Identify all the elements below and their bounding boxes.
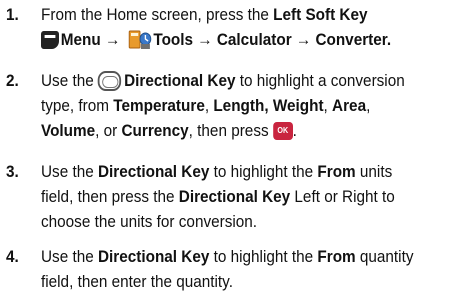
option-name: Length, Weight [213,96,324,115]
directional-key-icon [97,70,122,91]
text-run: field, then press the [41,187,179,206]
step-line: choose the units for conversion. [41,209,424,234]
text-run: , then press [188,121,273,140]
field-name: From [317,247,356,266]
option-name: Currency [121,121,189,140]
text-run: to highlight a conversion [235,71,405,90]
step-number: 4. [6,247,19,266]
menu-path: Tools → Calculator → Converter [153,30,387,49]
text-run: Use the [41,71,98,90]
step-number: 3. [6,162,19,181]
menu-path: Menu → [60,30,125,49]
left-soft-key-icon [41,30,59,49]
text-run: , or [95,121,122,140]
text-run: choose the units for conversion. [41,212,258,231]
key-name: Left Soft Key [273,5,368,24]
step-text: Use the Directional Key to highlight a c… [41,68,424,143]
step-line: field, then enter the quantity. [41,269,424,294]
step-line: Menu → Tools → Calculator → Converter. [41,27,424,52]
step-line: From the Home screen, press the Left Sof… [41,2,424,27]
text-run: units [355,162,393,181]
step-line: type, from Temperature, Length, Weight, … [41,93,424,118]
field-name: From [317,162,356,181]
text-run: Left or Right to [290,187,395,206]
step-line: field, then press the Directional Key Le… [41,184,424,209]
text-run: to highlight the [209,162,318,181]
step-text: Use the Directional Key to highlight the… [41,244,424,294]
text-run: Use the [41,162,98,181]
step-line: Use the Directional Key to highlight the… [41,244,424,269]
text-run: quantity [355,247,414,266]
option-name: Temperature [113,96,205,115]
option-name: Volume [41,121,96,140]
text-run: to highlight the [209,247,318,266]
step-number: 1. [6,5,19,24]
text-run: Use the [41,247,98,266]
step-line: Use the Directional Key to highlight the… [41,159,424,184]
instruction-page: 1. From the Home screen, press the Left … [0,0,472,297]
text-run: . [386,30,392,49]
step-line: Use the Directional Key to highlight a c… [41,68,424,93]
text-run: , [366,96,371,115]
key-name: Directional Key [124,71,236,90]
key-name: Directional Key [178,187,291,206]
step-text: From the Home screen, press the Left Sof… [41,2,424,52]
step-number: 2. [6,71,19,90]
option-name: Area [332,96,367,115]
key-name: Directional Key [97,162,210,181]
text-run: . [292,121,297,140]
text-run: From the Home screen, press the [41,5,274,24]
step-line: Volume, or Currency, then press OK. [41,118,424,143]
text-run: type, from [41,96,114,115]
key-name: Directional Key [97,247,210,266]
step-text: Use the Directional Key to highlight the… [41,159,424,234]
text-run: field, then enter the quantity. [41,272,233,291]
tools-icon [128,28,152,50]
ok-key-icon: OK [272,121,293,140]
